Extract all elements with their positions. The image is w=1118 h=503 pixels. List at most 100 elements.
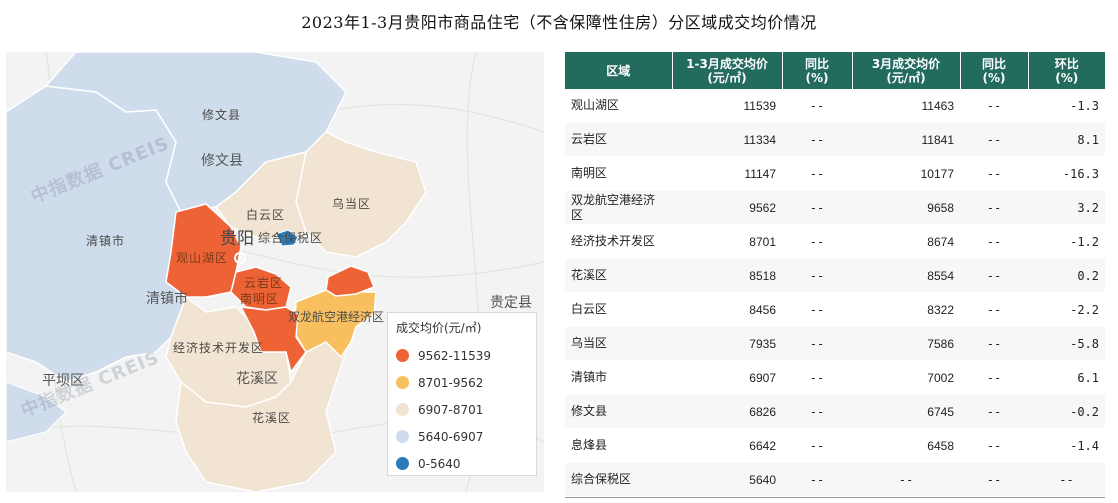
table-row: 清镇市 6907 -- 7002 -- 6.1	[565, 360, 1105, 395]
value-cell: -1.4	[1028, 428, 1105, 463]
value-cell: --	[960, 428, 1028, 463]
value-cell: --	[782, 394, 852, 429]
value-cell: --	[782, 428, 852, 463]
value-cell: 8322	[852, 292, 960, 327]
value-cell: --	[852, 462, 960, 497]
map-label-xiuwen-small: 修文县	[202, 108, 242, 122]
region-name-cell: 南明区	[565, 156, 672, 191]
region-name-cell: 乌当区	[565, 326, 672, 361]
legend-item: 6907-8701	[396, 396, 528, 423]
legend-item: 0-5640	[396, 450, 528, 477]
legend-label: 8701-9562	[418, 375, 484, 390]
value-cell: --	[960, 258, 1028, 293]
region-name-cell: 清镇市	[565, 360, 672, 395]
value-cell: 8.1	[1028, 122, 1105, 157]
legend-item: 9562-11539	[396, 342, 528, 369]
table-bottom-rule	[565, 497, 1105, 498]
value-cell: -5.8	[1028, 326, 1105, 361]
value-cell: --	[782, 462, 852, 497]
map-label-huaxi-small: 花溪区	[252, 411, 292, 425]
map-label-baiyun: 白云区	[246, 208, 286, 222]
value-cell: -16.3	[1028, 156, 1105, 191]
map-label-jingji: 经济技术开发区	[173, 341, 265, 355]
map-label-guiyang: 贵阳	[220, 229, 254, 249]
value-cell: 3.2	[1028, 190, 1105, 225]
value-cell: 7935	[672, 326, 782, 361]
table-header-cell: 同比 (%)	[960, 52, 1029, 89]
map-label-shuanglong: 双龙航空港经济区	[288, 310, 385, 324]
value-cell: --	[782, 89, 852, 123]
region-name-cell: 花溪区	[565, 258, 672, 293]
value-cell: 6907	[672, 360, 782, 395]
region-name-cell: 云岩区	[565, 122, 672, 157]
table-row: 白云区 8456 -- 8322 -- -2.2	[565, 292, 1105, 327]
value-cell: 9658	[852, 190, 960, 225]
table-row: 综合保税区 5640 -- -- -- --	[565, 462, 1105, 497]
value-cell: 6.1	[1028, 360, 1105, 395]
value-cell: -0.2	[1028, 394, 1105, 429]
legend-swatch	[396, 430, 409, 443]
value-cell: 8554	[852, 258, 960, 293]
value-cell: 10177	[852, 156, 960, 191]
price-table: 区域 1-3月成交均价 (元/㎡) 同比 (%) 3月成交均价 (元/㎡) 同比 (%) 环比 (%…	[565, 52, 1105, 497]
value-cell: --	[782, 190, 852, 225]
value-cell: 8456	[672, 292, 782, 327]
map-label-qingzhen-small: 清镇市	[86, 234, 126, 248]
legend-swatch	[396, 349, 409, 362]
value-cell: --	[960, 224, 1028, 259]
value-cell: --	[960, 360, 1028, 395]
table-header-row: 区域 1-3月成交均价 (元/㎡) 同比 (%) 3月成交均价 (元/㎡) 同比 (%) 环比 (%…	[565, 52, 1105, 89]
table-row: 经济技术开发区 8701 -- 8674 -- -1.2	[565, 224, 1105, 259]
table-header-cell: 3月成交均价 (元/㎡)	[852, 52, 961, 89]
value-cell: --	[960, 394, 1028, 429]
map-label-wudang: 乌当区	[332, 197, 372, 211]
table-row: 花溪区 8518 -- 8554 -- 0.2	[565, 258, 1105, 293]
map-label-xiuwen: 修文县	[201, 153, 243, 169]
legend-label: 5640-6907	[418, 429, 484, 444]
value-cell: --	[782, 360, 852, 395]
region-name-cell: 综合保税区	[565, 462, 672, 497]
value-cell: 6642	[672, 428, 782, 463]
table-header-cell: 同比 (%)	[782, 52, 853, 89]
table-row: 观山湖区 11539 -- 11463 -- -1.3	[565, 89, 1105, 123]
value-cell: -1.3	[1028, 89, 1105, 123]
value-cell: --	[960, 190, 1028, 225]
value-cell: --	[782, 224, 852, 259]
value-cell: -2.2	[1028, 292, 1105, 327]
map-label-huaxi: 花溪区	[236, 371, 278, 387]
region-name-cell: 息烽县	[565, 428, 672, 463]
value-cell: 0.2	[1028, 258, 1105, 293]
value-cell: 9562	[672, 190, 782, 225]
value-cell: --	[782, 292, 852, 327]
value-cell: -1.2	[1028, 224, 1105, 259]
legend-label: 9562-11539	[418, 348, 492, 363]
value-cell: 11463	[852, 89, 960, 123]
value-cell: 11539	[672, 89, 782, 123]
value-cell: 6826	[672, 394, 782, 429]
value-cell: --	[782, 156, 852, 191]
map-label-guiding: 贵定县	[490, 295, 532, 311]
legend-swatch	[396, 376, 409, 389]
table-row: 云岩区 11334 -- 11841 -- 8.1	[565, 122, 1105, 157]
map-label-yunyan: 云岩区	[244, 276, 284, 290]
value-cell: 5640	[672, 462, 782, 497]
district-map: 修文县 修文县 乌当区 白云区 综合保税区 贵阳 清镇市 观山湖区 清镇市 云岩…	[6, 52, 544, 492]
value-cell: 8701	[672, 224, 782, 259]
table-row: 修文县 6826 -- 6745 -- -0.2	[565, 394, 1105, 429]
legend-title: 成交均价(元/㎡)	[396, 321, 482, 335]
value-cell: 7002	[852, 360, 960, 395]
value-cell: 11334	[672, 122, 782, 157]
table-row: 双龙航空港经济区 9562 -- 9658 -- 3.2	[565, 190, 1105, 225]
map-label-qingzhen: 清镇市	[146, 291, 188, 307]
value-cell: 11841	[852, 122, 960, 157]
table-row: 乌当区 7935 -- 7586 -- -5.8	[565, 326, 1105, 361]
map-label-guanshanhu: 观山湖区	[176, 251, 229, 265]
region-name-cell: 经济技术开发区	[565, 224, 672, 259]
value-cell: --	[960, 156, 1028, 191]
legend-swatch	[396, 457, 409, 470]
value-cell: 11147	[672, 156, 782, 191]
value-cell: 8674	[852, 224, 960, 259]
map-legend: 成交均价(元/㎡) 9562-11539 8701-9562 6907-8701…	[387, 312, 537, 476]
legend-label: 0-5640	[418, 456, 461, 471]
region-name-cell: 白云区	[565, 292, 672, 327]
